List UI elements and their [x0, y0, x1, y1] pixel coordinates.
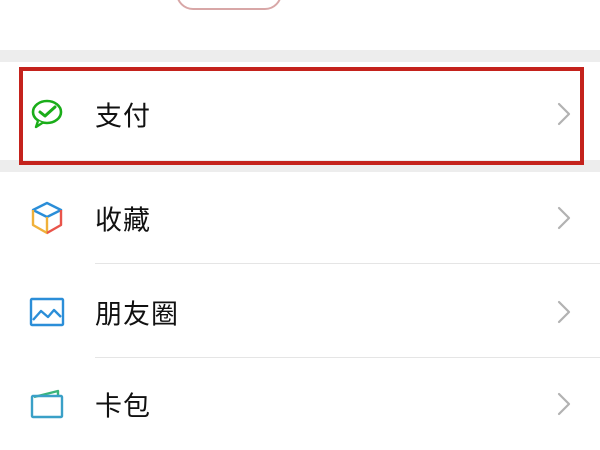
menu-item-moments[interactable]: 朋友圈	[0, 266, 600, 358]
row-divider	[95, 263, 600, 264]
menu-item-favorites[interactable]: 收藏	[0, 172, 600, 264]
me-settings-screen: 支付 收藏 朋友圈 卡包	[0, 0, 600, 450]
chevron-right-icon	[557, 392, 571, 416]
section-gap	[0, 160, 600, 172]
chevron-right-icon	[557, 300, 571, 324]
favorites-cube-icon	[31, 201, 63, 235]
status-pill[interactable]	[176, 0, 282, 10]
menu-item-pay[interactable]: 支付	[0, 68, 600, 160]
menu-item-card-wallet[interactable]: 卡包	[0, 358, 600, 450]
profile-card-bottom	[0, 0, 600, 50]
menu-item-label: 朋友圈	[95, 299, 179, 331]
wechat-pay-icon	[31, 99, 63, 129]
chevron-right-icon	[557, 206, 571, 230]
chevron-right-icon	[557, 102, 571, 126]
card-wallet-icon	[30, 389, 64, 419]
section-gap	[0, 50, 600, 62]
moments-picture-icon	[29, 297, 65, 327]
menu-item-label: 卡包	[95, 391, 151, 423]
menu-item-label: 收藏	[95, 205, 151, 237]
menu-item-label: 支付	[95, 101, 151, 133]
